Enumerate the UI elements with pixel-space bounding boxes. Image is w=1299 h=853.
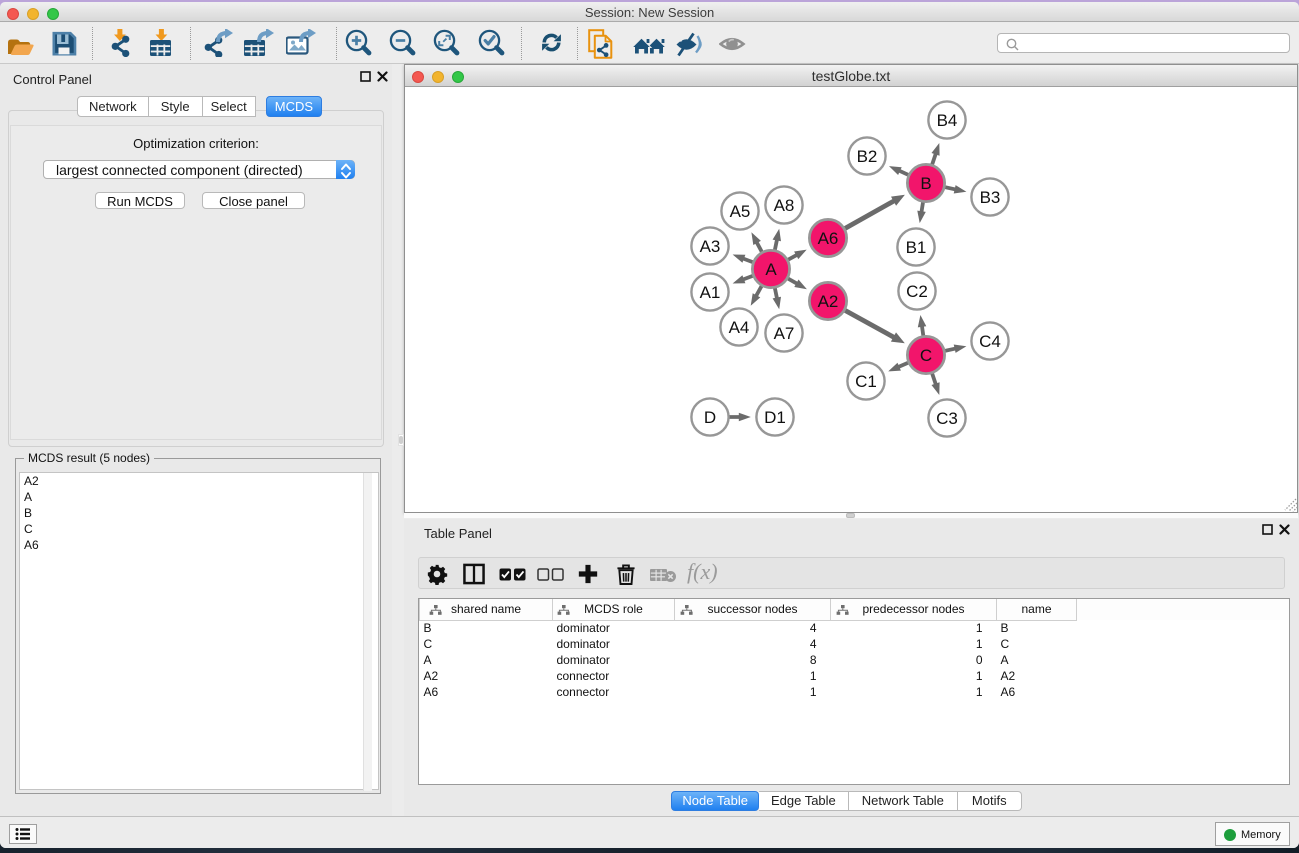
svg-text:A7: A7: [774, 324, 795, 343]
svg-text:B: B: [920, 174, 931, 193]
svg-text:B4: B4: [937, 111, 958, 130]
svg-text:A3: A3: [700, 237, 721, 256]
svg-text:C4: C4: [979, 332, 1001, 351]
svg-text:A8: A8: [774, 196, 795, 215]
svg-text:C3: C3: [936, 409, 958, 428]
svg-text:A6: A6: [818, 229, 839, 248]
svg-text:D: D: [704, 408, 716, 427]
svg-text:D1: D1: [764, 408, 786, 427]
svg-text:B1: B1: [906, 238, 927, 257]
svg-text:B3: B3: [980, 188, 1001, 207]
svg-text:A5: A5: [730, 202, 751, 221]
svg-text:A2: A2: [818, 292, 839, 311]
svg-text:C1: C1: [855, 372, 877, 391]
svg-text:A1: A1: [700, 283, 721, 302]
svg-text:B2: B2: [857, 147, 878, 166]
svg-text:A: A: [765, 260, 777, 279]
svg-text:C2: C2: [906, 282, 928, 301]
svg-text:A4: A4: [729, 318, 750, 337]
svg-text:C: C: [920, 346, 932, 365]
